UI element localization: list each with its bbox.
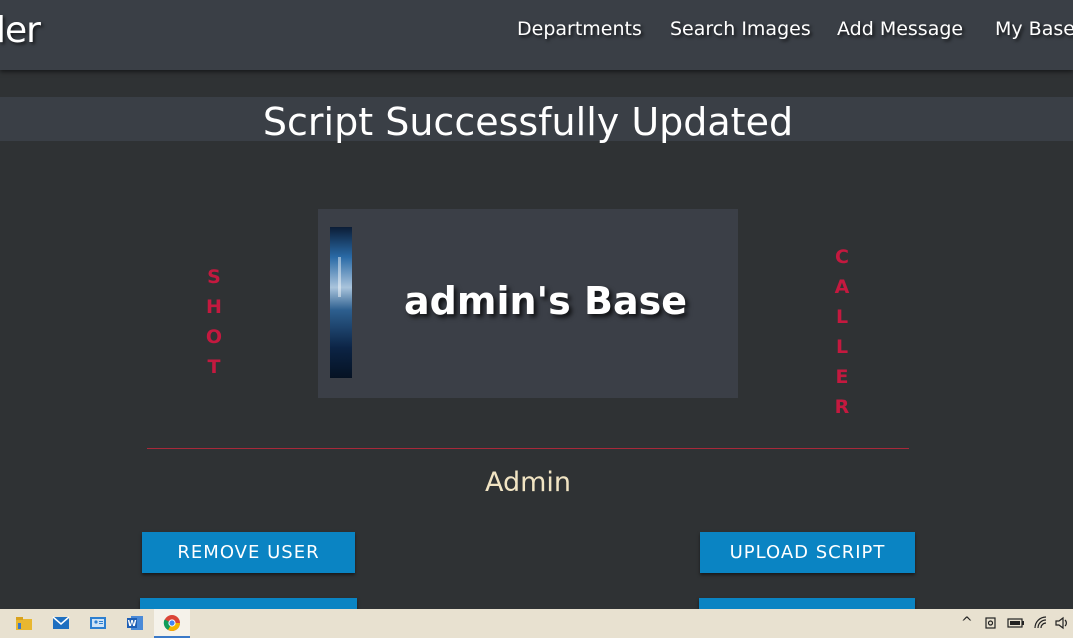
right-word-letter: L xyxy=(835,306,849,328)
right-word-letter: C xyxy=(835,246,849,268)
page-title: Script Successfully Updated xyxy=(262,100,794,144)
volume-icon[interactable] xyxy=(1054,615,1070,635)
right-word-letter: L xyxy=(835,336,849,358)
file-explorer-icon[interactable] xyxy=(15,614,33,632)
section-divider xyxy=(147,448,909,449)
top-navbar: ler Departments Search Images Add Messag… xyxy=(0,0,1073,70)
tray-chevron-icon[interactable]: ^ xyxy=(961,615,973,631)
next-row-left-button[interactable] xyxy=(140,598,357,609)
left-word-letter: S xyxy=(207,266,221,288)
nav-departments[interactable]: Departments xyxy=(517,18,642,40)
brand-logo[interactable]: ler xyxy=(0,10,41,51)
user-role-label: Admin xyxy=(484,467,572,498)
contacts-icon[interactable] xyxy=(89,614,107,632)
wifi-icon[interactable] xyxy=(1033,615,1049,635)
mail-icon[interactable] xyxy=(52,614,70,632)
base-card: admin's Base xyxy=(318,209,738,398)
remove-user-button[interactable]: REMOVE USER xyxy=(142,532,355,573)
meet-now-icon[interactable] xyxy=(984,615,1000,635)
chrome-icon[interactable] xyxy=(163,614,181,632)
right-word-letter: E xyxy=(835,366,849,388)
nav-search-images[interactable]: Search Images xyxy=(670,18,811,40)
left-word-letter: O xyxy=(205,326,223,348)
left-word-letter: H xyxy=(206,296,222,318)
svg-text:W: W xyxy=(128,619,137,628)
upload-script-button[interactable]: UPLOAD SCRIPT xyxy=(700,532,915,573)
left-word-letter: T xyxy=(207,356,221,378)
word-icon[interactable]: W xyxy=(126,614,144,632)
base-name-heading: admin's Base xyxy=(404,279,687,323)
base-thumbnail-image xyxy=(330,227,352,378)
right-word-letter: R xyxy=(834,396,850,418)
right-vertical-word: C A L L E R xyxy=(832,242,852,422)
next-row-right-button[interactable] xyxy=(699,598,915,609)
battery-icon[interactable] xyxy=(1007,615,1025,635)
windows-taskbar: W ^ xyxy=(0,609,1073,638)
right-word-letter: A xyxy=(834,276,850,298)
nav-add-message[interactable]: Add Message xyxy=(837,18,963,40)
left-vertical-word: S H O T xyxy=(204,262,224,382)
nav-my-base[interactable]: My Base xyxy=(995,18,1073,40)
